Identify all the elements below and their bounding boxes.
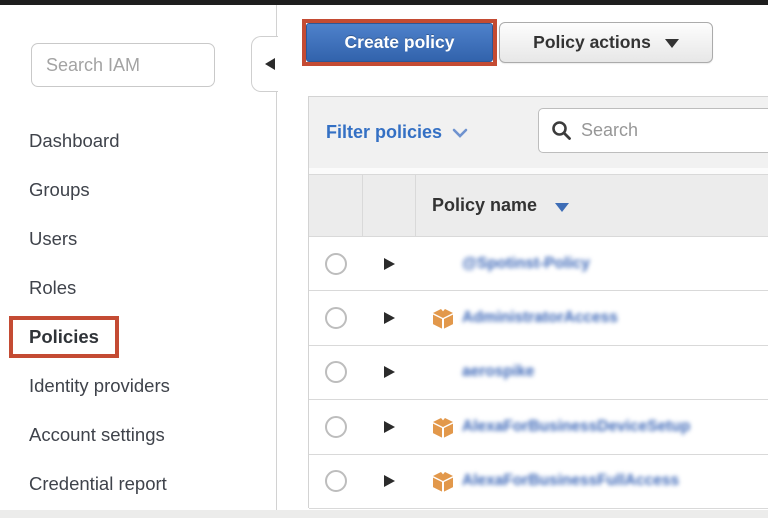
filter-bar: Filter policies <box>309 97 768 168</box>
sidebar-item[interactable]: Credential report <box>0 459 276 508</box>
table-row: AlexaForBusinessFullAccess <box>309 455 768 509</box>
sidebar-item[interactable]: Account settings <box>0 410 276 459</box>
aws-managed-policy-cube-icon <box>432 470 454 492</box>
sidebar-item-label: Groups <box>29 179 90 201</box>
sidebar-item[interactable]: Policies <box>0 312 276 361</box>
caret-down-icon <box>665 39 679 48</box>
create-policy-button[interactable]: Create policy <box>306 23 493 62</box>
sidebar-item-label: Account settings <box>29 424 165 446</box>
iam-sidebar: Dashboard Groups Users Roles Policies <box>0 5 276 510</box>
table-header-row: Policy name <box>309 174 768 237</box>
policy-name-link[interactable]: AlexaForBusinessFullAccess <box>462 472 679 490</box>
table-row: AdministratorAccess <box>309 291 768 345</box>
sidebar-item[interactable]: Groups <box>0 165 276 214</box>
magnifier-icon <box>551 120 572 141</box>
sidebar-item-label: Roles <box>29 277 76 299</box>
policy-name-column-header[interactable]: Policy name <box>416 175 768 236</box>
policy-name-link[interactable]: @Spotinst-Policy <box>462 255 590 273</box>
policy-actions-label: Policy actions <box>533 32 651 53</box>
expander-icon[interactable] <box>384 421 395 433</box>
table-row: @Spotinst-Policy <box>309 237 768 291</box>
policy-actions-button[interactable]: Policy actions <box>499 22 713 63</box>
iam-policies-page: Dashboard Groups Users Roles Policies <box>0 0 768 518</box>
sidebar-item[interactable]: Roles <box>0 263 276 312</box>
sort-caret-down-icon[interactable] <box>555 203 569 212</box>
policy-name-link[interactable]: AdministratorAccess <box>462 309 618 327</box>
sidebar-item-label: Credential report <box>29 473 167 495</box>
aws-managed-policy-cube-icon <box>432 307 454 329</box>
page-bottom-strip <box>0 510 768 518</box>
filter-policies-label: Filter policies <box>326 122 442 143</box>
sidebar-item-label: Dashboard <box>29 130 120 152</box>
table-row: AlexaForBusinessDeviceSetup <box>309 400 768 454</box>
sidebar-item[interactable]: Users <box>0 214 276 263</box>
radio-button[interactable] <box>325 253 347 275</box>
radio-button[interactable] <box>325 416 347 438</box>
expand-column-header <box>363 175 416 236</box>
sidebar-item-label: Users <box>29 228 77 250</box>
policy-name-link[interactable]: AlexaForBusinessDeviceSetup <box>462 418 690 436</box>
policy-search-input[interactable] <box>581 120 751 141</box>
radio-button[interactable] <box>325 361 347 383</box>
sidebar-nav: Dashboard Groups Users Roles Policies <box>0 116 276 508</box>
radio-button[interactable] <box>325 307 347 329</box>
expander-icon[interactable] <box>384 258 395 270</box>
policy-name-link[interactable]: aerospike <box>462 363 534 381</box>
sidebar-item[interactable]: Identity providers <box>0 361 276 410</box>
chevron-down-icon <box>452 128 468 138</box>
sidebar-item-label: Identity providers <box>29 375 170 397</box>
search-iam-input[interactable] <box>31 43 215 87</box>
sidebar-item[interactable]: Dashboard <box>0 116 276 165</box>
sidebar-collapse-button[interactable] <box>251 36 278 92</box>
aws-managed-policy-cube-icon <box>432 416 454 438</box>
policies-panel: Filter policies Policy name <box>308 96 768 508</box>
collapse-left-triangle-icon <box>265 58 275 70</box>
table-row: aerospike <box>309 346 768 400</box>
policy-search-box[interactable] <box>538 108 768 153</box>
expander-icon[interactable] <box>384 366 395 378</box>
sidebar-item-label: Policies <box>9 316 119 358</box>
expander-icon[interactable] <box>384 312 395 324</box>
table-body: @Spotinst-Policy <box>309 237 768 509</box>
select-column-header <box>309 175 363 236</box>
policy-name-header-label: Policy name <box>432 195 537 216</box>
create-policy-annotation-box: Create policy <box>302 19 497 66</box>
expander-icon[interactable] <box>384 475 395 487</box>
radio-button[interactable] <box>325 470 347 492</box>
filter-policies-dropdown[interactable]: Filter policies <box>326 122 468 143</box>
